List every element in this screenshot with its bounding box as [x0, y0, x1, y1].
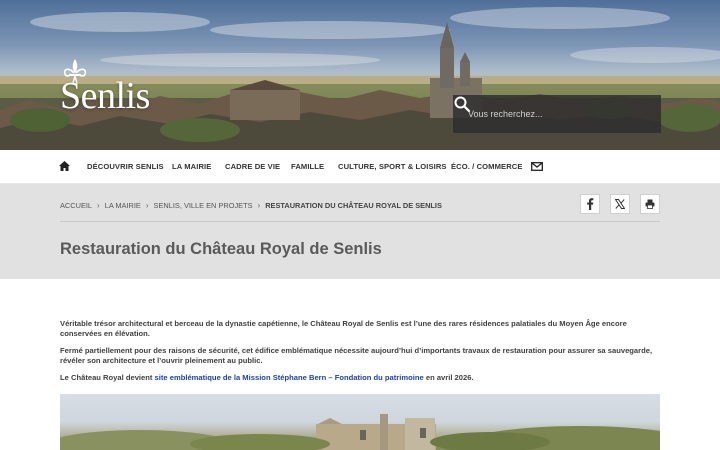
breadcrumb-item-la-mairie[interactable]: LA MAIRIE [105, 201, 141, 210]
mission-stephane-bern-link[interactable]: site emblématique de la Mission Stéphane… [155, 373, 424, 382]
mail-icon[interactable] [531, 162, 543, 171]
hero-banner: Senlis [0, 0, 720, 150]
nav-item-famille[interactable]: FAMILLE [291, 150, 324, 184]
breadcrumb: ACCUEIL › LA MAIRIE › SENLIS, VILLE EN P… [60, 199, 442, 211]
nav-item-decouvrir-senlis[interactable]: DÉCOUVRIR SENLIS [87, 150, 164, 184]
print-button[interactable] [640, 194, 660, 214]
facebook-icon [587, 198, 594, 210]
logo-text: Senlis [60, 75, 150, 117]
site-logo[interactable]: Senlis [60, 58, 160, 117]
nav-item-cadre-de-vie[interactable]: CADRE DE VIE [225, 150, 280, 184]
print-icon [645, 199, 655, 209]
breadcrumb-item-ville-en-projets[interactable]: SENLIS, VILLE EN PROJETS [154, 201, 253, 210]
mission-text-before: Le Château Royal devient [60, 373, 155, 382]
chateau-ruins-image [60, 414, 660, 450]
search-box [453, 95, 661, 133]
x-icon [615, 199, 625, 209]
intro-paragraph: Véritable trésor architectural et bercea… [60, 319, 627, 338]
chateau-photo [60, 394, 660, 450]
breadcrumb-separator: › [97, 200, 100, 210]
breadcrumb-separator: › [145, 200, 149, 210]
share-facebook-button[interactable] [580, 194, 600, 214]
divider [60, 221, 660, 222]
restoration-paragraph: Fermé partiellement pour des raisons de … [60, 346, 653, 365]
breadcrumb-item-current: RESTAURATION DU CHÂTEAU ROYAL DE SENLIS [265, 200, 442, 210]
page-title: Restauration du Château Royal de Senlis [60, 240, 382, 258]
home-icon[interactable] [59, 161, 70, 171]
breadcrumb-item-accueil[interactable]: ACCUEIL [60, 201, 92, 210]
nav-item-eco-commerce[interactable]: ÉCO. / COMMERCE [451, 150, 523, 184]
nav-item-la-mairie[interactable]: LA MAIRIE [172, 150, 211, 184]
mission-paragraph: Le Château Royal devient site emblématiq… [60, 373, 660, 383]
search-icon[interactable] [453, 95, 471, 113]
nav-item-culture-sport-loisirs[interactable]: CULTURE, SPORT & LOISIRS [338, 150, 447, 184]
main-navigation: DÉCOUVRIR SENLIS LA MAIRIE CADRE DE VIE … [0, 150, 720, 184]
share-x-button[interactable] [610, 194, 630, 214]
search-input[interactable] [453, 95, 623, 133]
breadcrumb-separator: › [257, 200, 261, 210]
mission-text-after: en avril 2026. [423, 373, 474, 382]
